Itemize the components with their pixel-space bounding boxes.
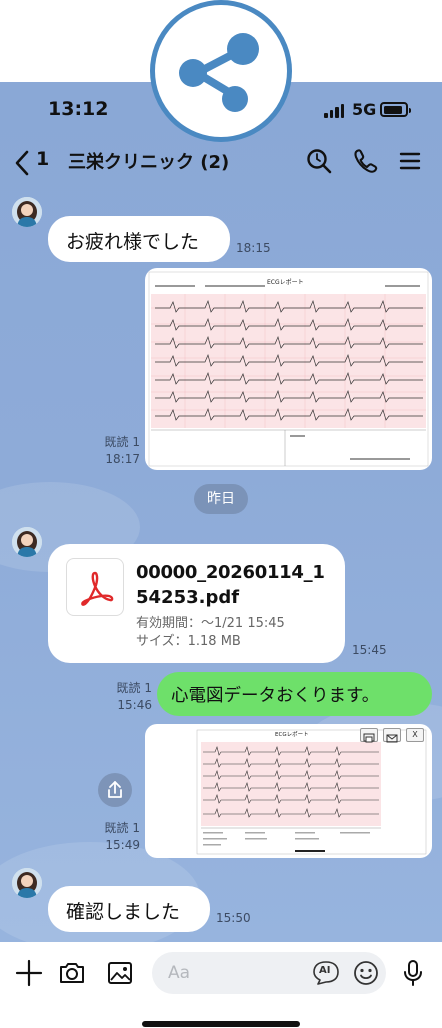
ecg-image-message[interactable]: ECGレポート [145, 268, 432, 470]
avatar[interactable] [12, 527, 42, 557]
network-type: 5G [352, 100, 377, 119]
adobe-pdf-icon [66, 558, 124, 616]
message-time: 18:17 [105, 452, 140, 466]
chat-header: 1 三栄クリニック (2) [0, 140, 442, 184]
file-name-cont: 54253.pdf [136, 587, 240, 608]
share-icon[interactable] [150, 0, 292, 142]
image-icon[interactable] [105, 958, 135, 988]
read-receipt: 既読 1 [104, 435, 140, 449]
read-receipt: 既読 1 [104, 821, 140, 835]
print-icon [360, 728, 378, 743]
phone-icon[interactable] [350, 146, 380, 176]
status-time: 13:12 [48, 98, 109, 120]
pdf-file-message[interactable]: 00000_20260114_1 54253.pdf 有効期間：～1/21 15… [48, 544, 345, 663]
avatar[interactable] [12, 868, 42, 898]
ecg-report-title: ECGレポート [275, 732, 309, 738]
read-receipt: 既読 1 [116, 681, 152, 695]
message-input[interactable] [152, 952, 386, 994]
close-label: X [406, 728, 424, 742]
message-time: 18:15 [236, 241, 271, 255]
message-bubble[interactable]: お疲れ様でした [48, 216, 230, 262]
home-indicator [142, 1021, 300, 1027]
message-text: お疲れ様でした [66, 231, 200, 253]
unread-count: 1 [36, 148, 50, 170]
ecg-report-title: ECGレポート [267, 279, 304, 286]
message-composer: AI [0, 942, 442, 1028]
camera-icon[interactable] [57, 958, 87, 988]
message-time: 15:50 [216, 911, 251, 925]
back-button[interactable]: 1 [14, 146, 54, 178]
file-size: サイズ：1.18 MB [136, 634, 241, 649]
ecg-image-message[interactable]: ECGレポート X [145, 724, 432, 858]
message-time: 15:45 [352, 643, 387, 657]
search-icon[interactable] [304, 146, 334, 176]
message-text: 確認しました [66, 901, 181, 923]
signal-icon [324, 104, 346, 118]
share-upload-icon[interactable] [98, 773, 132, 807]
ai-label: AI [319, 965, 331, 976]
ai-icon[interactable]: AI [312, 960, 340, 986]
emoji-icon[interactable] [352, 959, 380, 987]
sent-message-bubble[interactable]: 心電図データおくります。 [157, 672, 432, 716]
message-bubble[interactable]: 確認しました [48, 886, 210, 932]
message-time: 15:46 [117, 698, 152, 712]
file-name: 00000_20260114_1 [136, 562, 325, 583]
message-time: 15:49 [105, 838, 140, 852]
message-text: 心電図データおくります。 [171, 686, 380, 706]
plus-icon[interactable] [14, 958, 44, 988]
microphone-icon[interactable] [398, 958, 428, 988]
battery-icon [380, 102, 411, 117]
hamburger-menu-icon[interactable] [396, 146, 426, 176]
file-expiry: 有効期間：～1/21 15:45 [136, 616, 285, 631]
date-divider: 昨日 [194, 484, 248, 514]
room-title: 三栄クリニック (2) [68, 152, 230, 173]
chevron-left-icon [15, 150, 29, 176]
avatar[interactable] [12, 197, 42, 227]
mail-icon [383, 728, 401, 743]
